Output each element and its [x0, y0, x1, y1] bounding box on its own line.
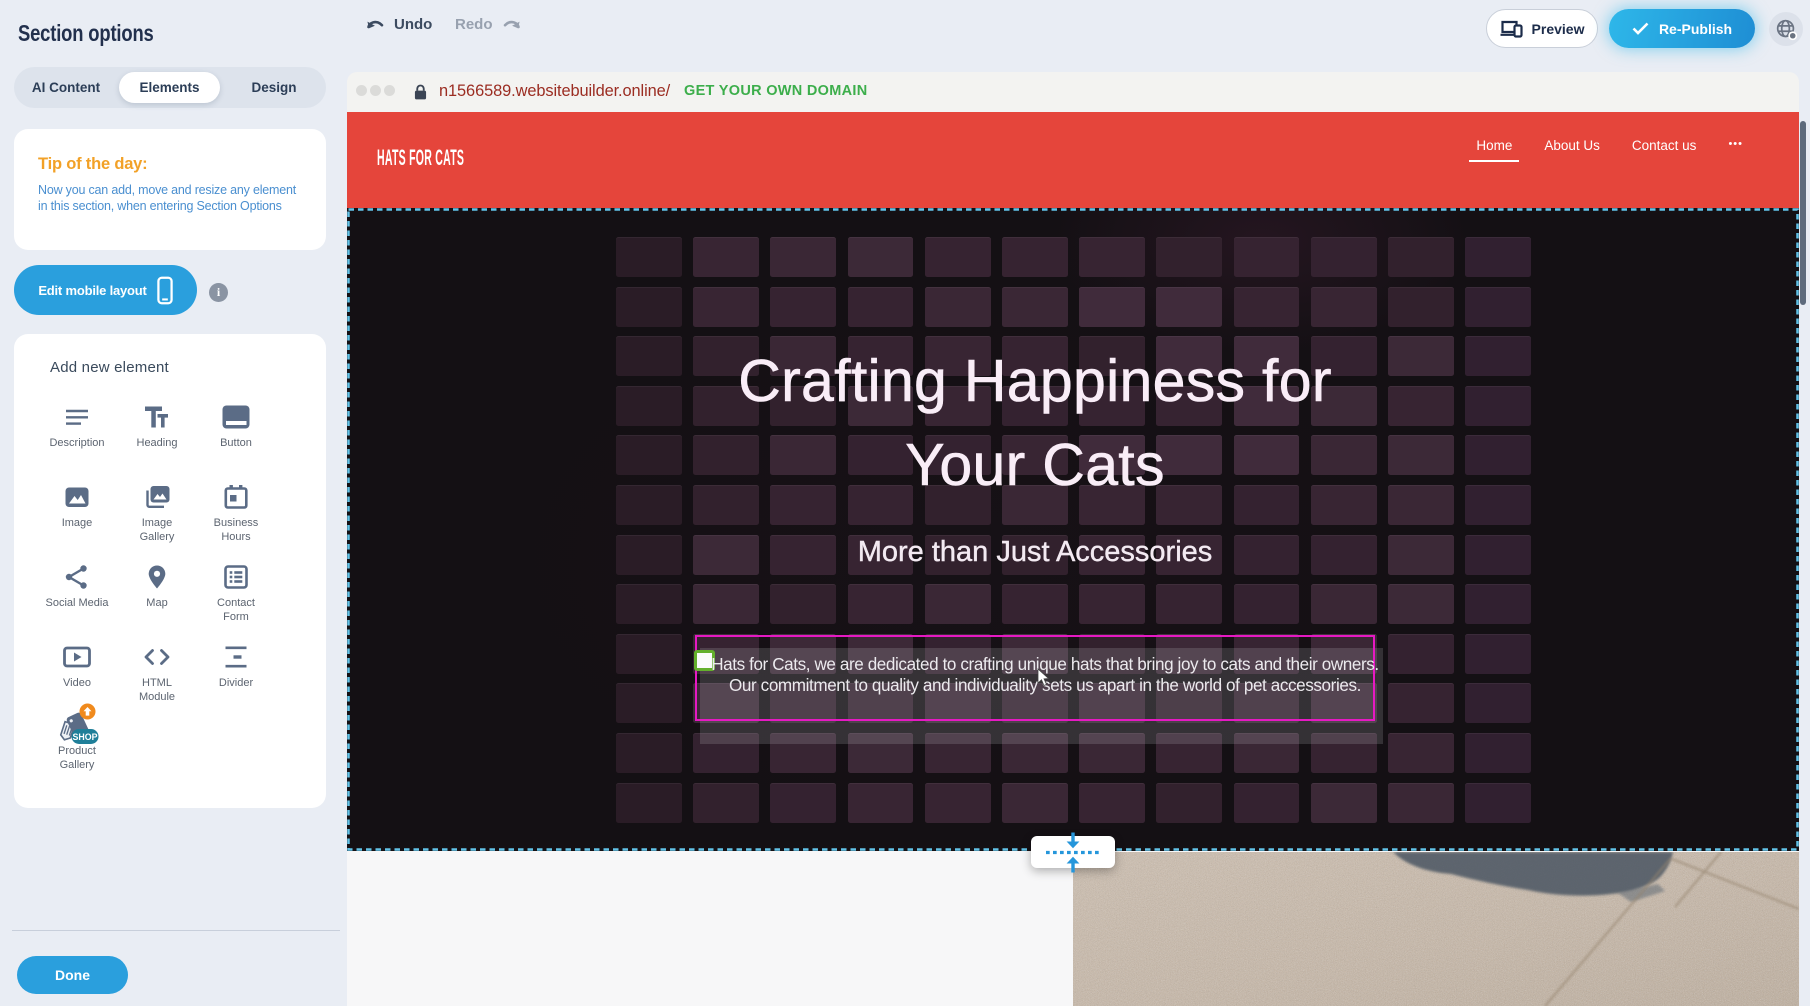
svg-text:SHOP: SHOP — [73, 732, 98, 742]
